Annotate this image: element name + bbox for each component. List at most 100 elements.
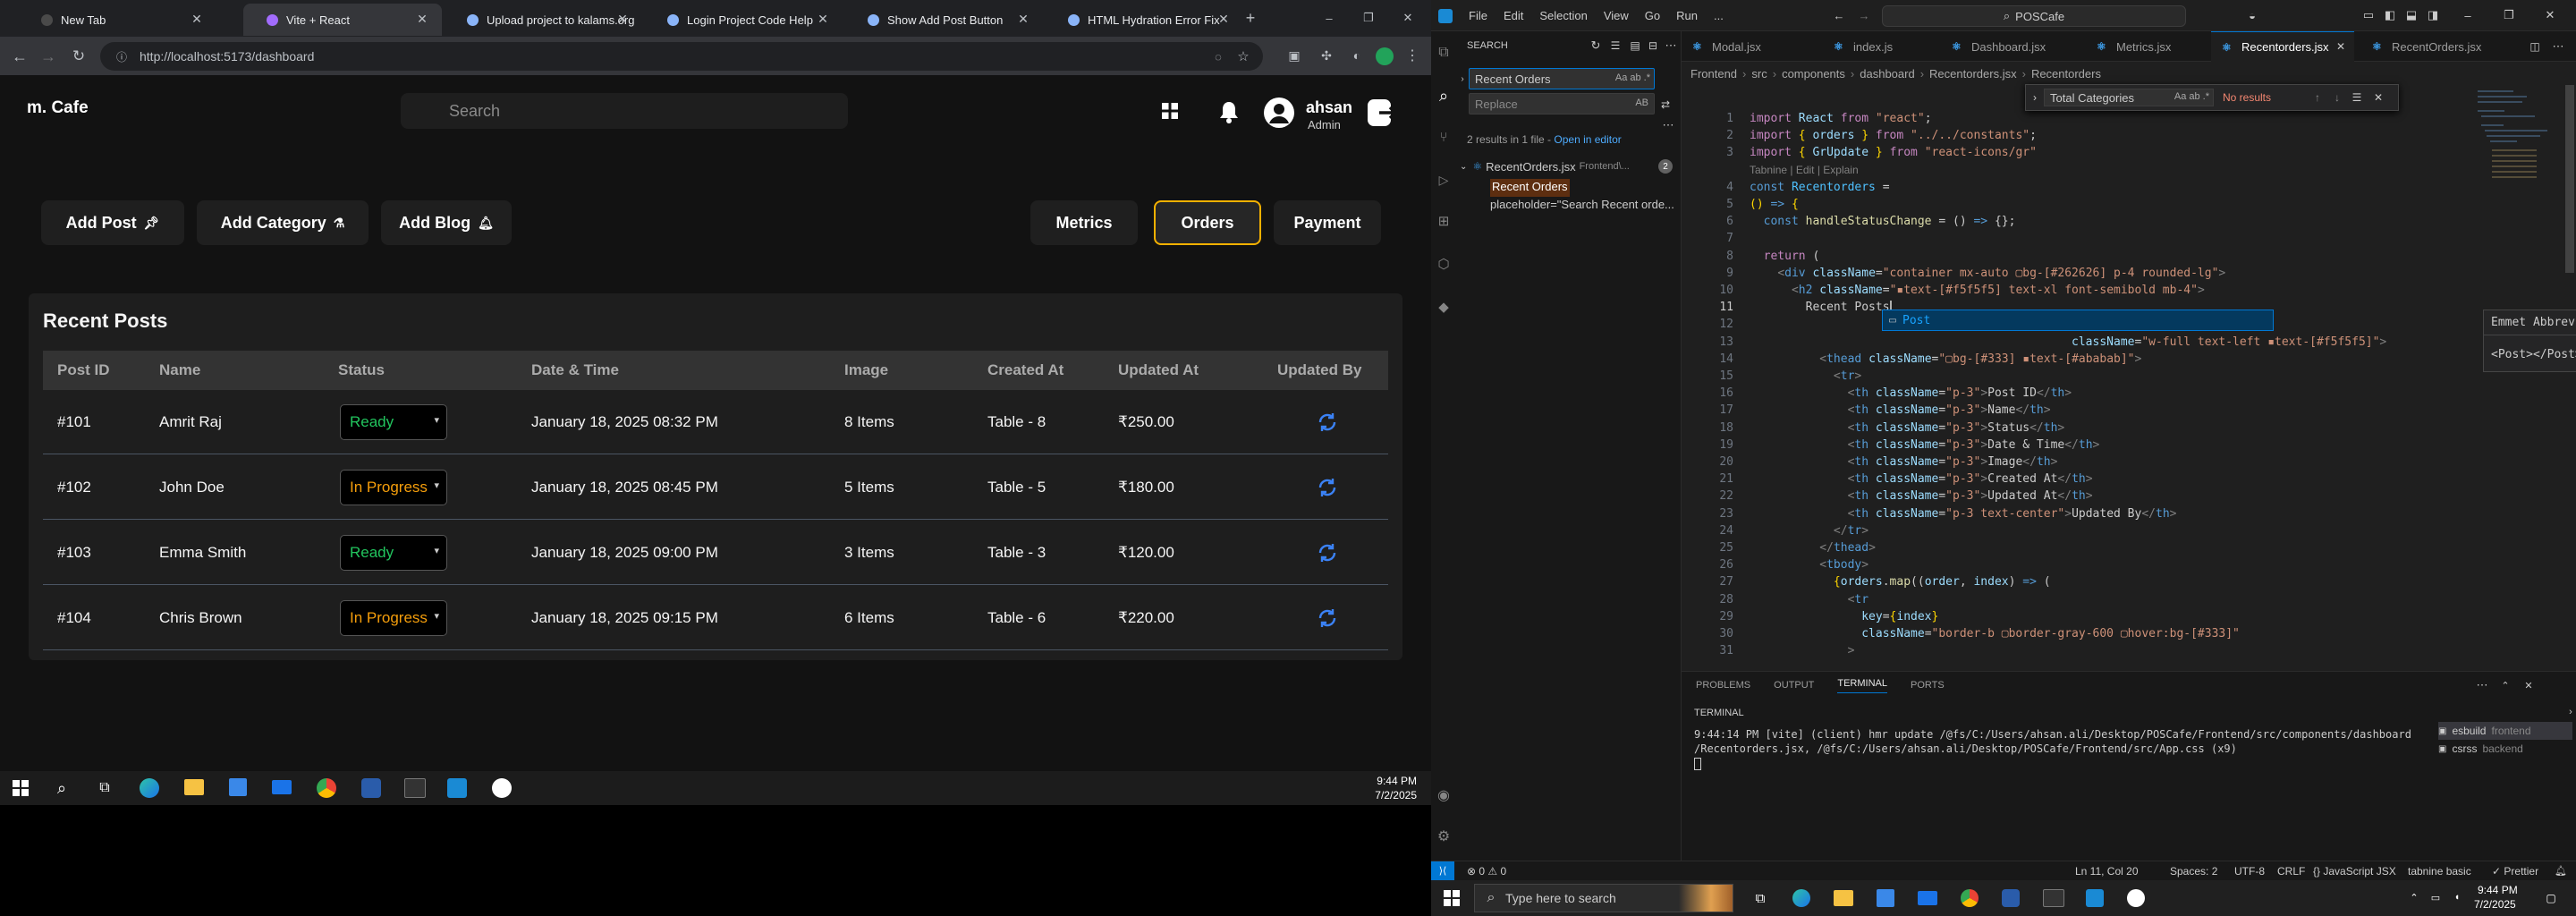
next-match-icon[interactable]: ↓	[2330, 90, 2344, 105]
code-editor[interactable]: 1 import React from "react"; 2 import { ord…	[1682, 85, 2576, 666]
toggle-replace-icon[interactable]: ›	[2029, 91, 2040, 104]
breadcrumb-item[interactable]: Recentorders	[2031, 67, 2101, 81]
chrome-icon[interactable]	[1961, 889, 1979, 907]
notification-bell-icon[interactable]	[1218, 100, 1240, 123]
other-app-icon[interactable]	[492, 778, 512, 798]
browser-tab[interactable]: Vite + React ✕	[243, 4, 442, 36]
search-icon[interactable]: ⌕	[52, 778, 72, 798]
more-icon[interactable]: ⋯	[2476, 678, 2488, 691]
other-app-icon[interactable]	[2127, 889, 2145, 907]
maximize-icon[interactable]: ❐	[1360, 9, 1377, 27]
add-button[interactable]: Add Post 📌︎	[41, 200, 184, 245]
toggle-details-icon[interactable]: ⋯	[1662, 118, 1674, 131]
previous-match-icon[interactable]: ↑	[2310, 90, 2325, 105]
menu-item[interactable]: Edit	[1504, 9, 1523, 22]
breadcrumb-item[interactable]: Frontend	[1690, 67, 1737, 81]
source-control-icon[interactable]: ⑂	[1435, 128, 1453, 146]
find-in-selection-icon[interactable]: ☰	[2350, 90, 2364, 105]
remote-indicator-icon[interactable]: ⟩⟨	[1431, 861, 1454, 880]
new-tab-icon[interactable]: +	[1241, 9, 1259, 27]
close-panel-icon[interactable]: ✕	[2522, 679, 2535, 691]
find-input[interactable]: Total Categories Aa ab .*	[2044, 89, 2214, 106]
status-select[interactable]: In Progress ▾	[340, 600, 447, 636]
close-tab-icon[interactable]: ✕	[2336, 40, 2345, 53]
notifications-bell-icon[interactable]: 🔔︎	[2555, 864, 2567, 877]
panel-tab-problems[interactable]: PROBLEMS	[1696, 680, 1750, 691]
settings-gear-icon[interactable]: ⚙	[1435, 827, 1453, 845]
editor-tab[interactable]: ⚛ RecentOrders.jsx	[2361, 31, 2508, 62]
windows-start-icon[interactable]	[1444, 890, 1460, 906]
status-select[interactable]: In Progress ▾	[340, 470, 447, 505]
reload-icon[interactable]: ↻	[70, 47, 88, 65]
refresh-icon[interactable]	[1317, 607, 1338, 629]
minimize-icon[interactable]: –	[1320, 9, 1338, 27]
terminal-instance[interactable]: ▣ esbuild frontend	[2438, 722, 2572, 740]
close-icon[interactable]: ✕	[1399, 9, 1417, 27]
browser-tab[interactable]: Show Add Post Button ✕	[844, 4, 1043, 36]
refresh-icon[interactable]	[1317, 542, 1338, 564]
search-options[interactable]: Aa ab .*	[1615, 72, 1650, 83]
clear-results-icon[interactable]: ☰	[1608, 38, 1623, 53]
suggest-widget[interactable]: ▭ Post	[1882, 310, 2274, 331]
nav-back-icon[interactable]: ←	[1832, 8, 1846, 22]
tabnine-icon[interactable]: ◆	[1435, 298, 1453, 316]
file-explorer-icon[interactable]	[184, 779, 204, 795]
menu-item[interactable]: Run	[1676, 9, 1698, 22]
task-view-icon[interactable]: ⧉	[95, 778, 114, 798]
problems-indicator[interactable]: ⊗ 0 ⚠ 0	[1467, 865, 1506, 878]
extensions-icon[interactable]: ⊞	[1435, 212, 1453, 230]
preserve-case-icon[interactable]: AB	[1635, 98, 1648, 108]
mail-icon[interactable]	[272, 780, 292, 794]
refresh-icon[interactable]: ↻	[1589, 38, 1603, 53]
app-icon[interactable]	[361, 778, 381, 798]
breadcrumb-item[interactable]: dashboard	[1860, 67, 1914, 81]
browser-tab[interactable]: HTML Hydration Error Fix ✕	[1045, 4, 1243, 36]
browser-tab[interactable]: Login Project Code Help ✕	[644, 4, 843, 36]
vscode-icon[interactable]	[2086, 889, 2104, 907]
tabnine-status[interactable]: tabnine basic	[2408, 865, 2471, 878]
forward-icon[interactable]: →	[39, 47, 57, 65]
file-explorer-icon[interactable]	[1834, 890, 1853, 906]
copilot-icon[interactable]: ◐	[1349, 47, 1365, 64]
add-button[interactable]: Add Category ⚗	[197, 200, 369, 245]
browser-menu-icon[interactable]: ⋮	[1404, 47, 1420, 64]
panel-tab-ports[interactable]: PORTS	[1911, 680, 1945, 691]
close-tab-icon[interactable]: ✕	[190, 12, 204, 26]
language-mode[interactable]: {} JavaScript JSX	[2313, 865, 2396, 878]
back-icon[interactable]: ←	[11, 47, 29, 65]
breadcrumb-item[interactable]: Recentorders.jsx	[1929, 67, 2017, 81]
add-button[interactable]: Add Blog 🔔︎	[381, 200, 512, 245]
site-info-icon[interactable]: ⓘ	[114, 49, 129, 64]
editor-scrollbar[interactable]	[2565, 85, 2574, 273]
toggle-panel-icon[interactable]: ⬓	[2404, 8, 2419, 22]
maximize-panel-icon[interactable]: ⌃	[2499, 679, 2512, 691]
user-avatar-icon[interactable]	[1263, 97, 1295, 129]
find-options[interactable]: Aa ab .*	[2174, 91, 2209, 102]
browser-tab[interactable]: New Tab ✕	[18, 4, 216, 36]
vscode-icon[interactable]	[447, 778, 467, 798]
explorer-icon[interactable]: ⧉	[1435, 44, 1453, 62]
chevron-right-icon[interactable]: ›	[2565, 706, 2576, 718]
indentation[interactable]: Spaces: 2	[2170, 865, 2217, 878]
store-icon[interactable]	[1877, 889, 1894, 907]
run-debug-icon[interactable]: ▷	[1435, 171, 1453, 189]
status-select[interactable]: Ready ▾	[340, 404, 447, 440]
browser-tab[interactable]: Upload project to kalams.org ✕	[444, 4, 642, 36]
toggle-sidebar-icon[interactable]: ◧	[2383, 8, 2397, 22]
close-tab-icon[interactable]: ✕	[1216, 12, 1231, 26]
search-view-icon[interactable]: ⌕	[1435, 87, 1453, 105]
maximize-icon[interactable]: ❐	[2501, 8, 2517, 22]
app-icon[interactable]	[2002, 889, 2020, 907]
address-bar[interactable]: ⓘ http://localhost:5173/dashboard ◌ ☆	[100, 42, 1263, 71]
split-editor-icon[interactable]: ◫	[2528, 39, 2542, 54]
terminal-icon[interactable]	[2043, 889, 2064, 907]
minimap[interactable]	[2474, 85, 2563, 246]
command-center[interactable]: ⌕ POSCafe	[1882, 5, 2186, 27]
refresh-icon[interactable]	[1317, 411, 1338, 433]
new-search-editor-icon[interactable]: ▤	[1628, 38, 1642, 53]
task-view-icon[interactable]: ⧉	[1751, 889, 1769, 907]
bookmark-star-icon[interactable]: ☆	[1236, 49, 1250, 64]
nav-forward-icon[interactable]: →	[1857, 8, 1871, 22]
prettier-status[interactable]: ✓ Prettier	[2492, 865, 2538, 878]
close-tab-icon[interactable]: ✕	[816, 12, 830, 26]
